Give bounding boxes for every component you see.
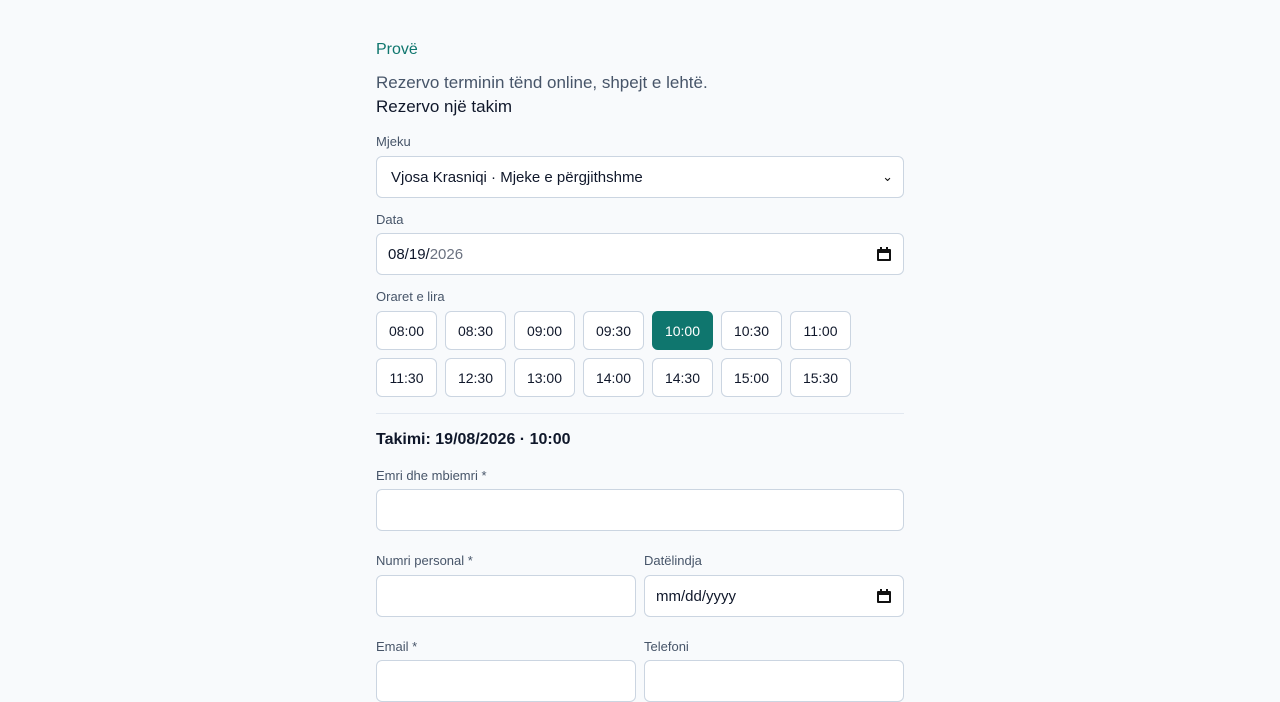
email-label: Email *: [376, 639, 418, 654]
time-slot-1000[interactable]: 10:00: [652, 311, 713, 350]
time-slot-0930[interactable]: 09:30: [583, 311, 644, 350]
time-slot-0830[interactable]: 08:30: [445, 311, 506, 350]
personal-id-label: Numri personal *: [376, 553, 473, 568]
birthdate-label: Datëlindja: [644, 553, 702, 568]
time-slot-1400[interactable]: 14:00: [583, 358, 644, 397]
slots-label: Oraret e lira: [376, 289, 445, 304]
doctor-label: Mjeku: [376, 134, 411, 149]
calendar-icon[interactable]: [877, 589, 891, 603]
tagline: Rezervo terminin tënd online, shpejt e l…: [376, 73, 708, 92]
name-input[interactable]: [376, 489, 904, 531]
time-slot-1130[interactable]: 11:30: [376, 358, 437, 397]
doctor-select[interactable]: Vjosa Krasniqi · Mjeke e përgjithshme ⌄: [376, 156, 904, 198]
calendar-icon[interactable]: [877, 247, 891, 261]
time-slot-1030[interactable]: 10:30: [721, 311, 782, 350]
time-slot-1100[interactable]: 11:00: [790, 311, 851, 350]
date-input-value: 08/19/2026: [388, 245, 464, 263]
date-label: Data: [376, 212, 404, 227]
time-slot-1530[interactable]: 15:30: [790, 358, 851, 397]
doctor-select-value: Vjosa Krasniqi · Mjeke e përgjithshme: [391, 168, 643, 186]
appointment-summary: Takimi: 19/08/2026 · 10:00: [376, 431, 571, 448]
time-slot-1430[interactable]: 14:30: [652, 358, 713, 397]
time-slot-1500[interactable]: 15:00: [721, 358, 782, 397]
chevron-down-icon: ⌄: [882, 169, 893, 184]
birthdate-placeholder: mm/dd/yyyy: [656, 587, 737, 605]
time-slot-1230[interactable]: 12:30: [445, 358, 506, 397]
birthdate-input[interactable]: mm/dd/yyyy: [644, 575, 904, 617]
name-label: Emri dhe mbiemri *: [376, 468, 487, 483]
divider: [376, 413, 904, 414]
brand-title: Provë: [376, 41, 418, 58]
phone-label: Telefoni: [644, 639, 689, 654]
time-slot-0900[interactable]: 09:00: [514, 311, 575, 350]
date-input[interactable]: 08/19/2026: [376, 233, 904, 275]
time-slot-1300[interactable]: 13:00: [514, 358, 575, 397]
email-input[interactable]: [376, 660, 636, 702]
personal-id-input[interactable]: [376, 575, 636, 617]
page-heading: Rezervo një takim: [376, 97, 513, 116]
time-slot-0800[interactable]: 08:00: [376, 311, 437, 350]
phone-input[interactable]: [644, 660, 904, 702]
